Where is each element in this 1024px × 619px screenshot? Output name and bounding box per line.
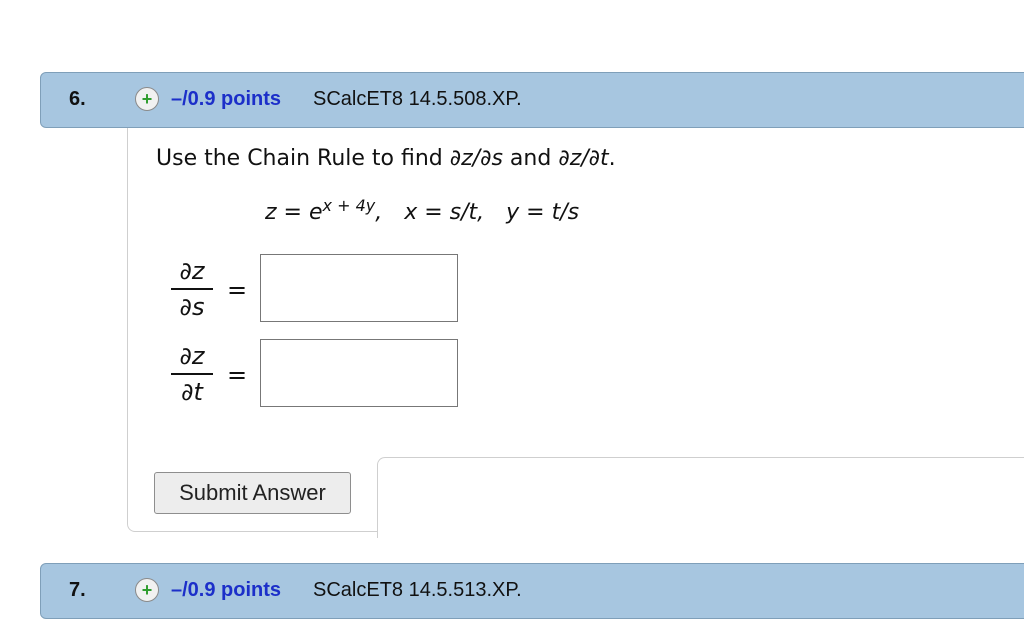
points-label: –/0.9 points xyxy=(171,579,282,601)
dz-dt-answer-input[interactable] xyxy=(260,339,458,407)
question-number: 6. xyxy=(69,88,86,110)
fraction-numerator: ∂z xyxy=(179,257,205,285)
panel-divider xyxy=(377,457,1024,538)
z-exponent: x + 4y xyxy=(322,196,376,215)
question-code: SCalcET8 14.5.508.XP. xyxy=(313,88,522,110)
question-number: 7. xyxy=(69,579,86,601)
equals-sign: = xyxy=(227,361,248,389)
fraction-bar xyxy=(171,373,213,375)
question-6-header: 6. + –/0.9 points SCalcET8 14.5.508.XP. xyxy=(40,72,1024,128)
z-definition: z = e xyxy=(265,200,323,225)
submit-answer-button[interactable]: Submit Answer xyxy=(154,472,351,514)
dz-ds-term: ∂z/∂s xyxy=(449,146,503,171)
points-label: –/0.9 points xyxy=(171,88,282,110)
fraction-denominator: ∂s xyxy=(179,293,205,321)
dz-ds-answer-input[interactable] xyxy=(260,254,458,322)
dz-ds-fraction: ∂z ∂s xyxy=(171,256,213,322)
plus-icon[interactable]: + xyxy=(135,87,159,111)
question-instruction: Use the Chain Rule to find ∂z/∂s and ∂z/… xyxy=(156,146,616,171)
dz-dt-term: ∂z/∂t xyxy=(558,146,609,171)
fraction-denominator: ∂t xyxy=(181,378,203,406)
fraction-bar xyxy=(171,288,213,290)
x-definition: x = s/t, xyxy=(404,200,485,225)
plus-icon[interactable]: + xyxy=(135,578,159,602)
equals-sign: = xyxy=(227,276,248,304)
fraction-numerator: ∂z xyxy=(179,342,205,370)
question-code: SCalcET8 14.5.513.XP. xyxy=(313,579,522,601)
y-definition: y = t/s xyxy=(506,200,580,225)
question-7-header: 7. + –/0.9 points SCalcET8 14.5.513.XP. xyxy=(40,563,1024,619)
given-equations: z = ex + 4y, x = s/t, y = t/s xyxy=(265,196,580,225)
dz-dt-fraction: ∂z ∂t xyxy=(171,341,213,407)
